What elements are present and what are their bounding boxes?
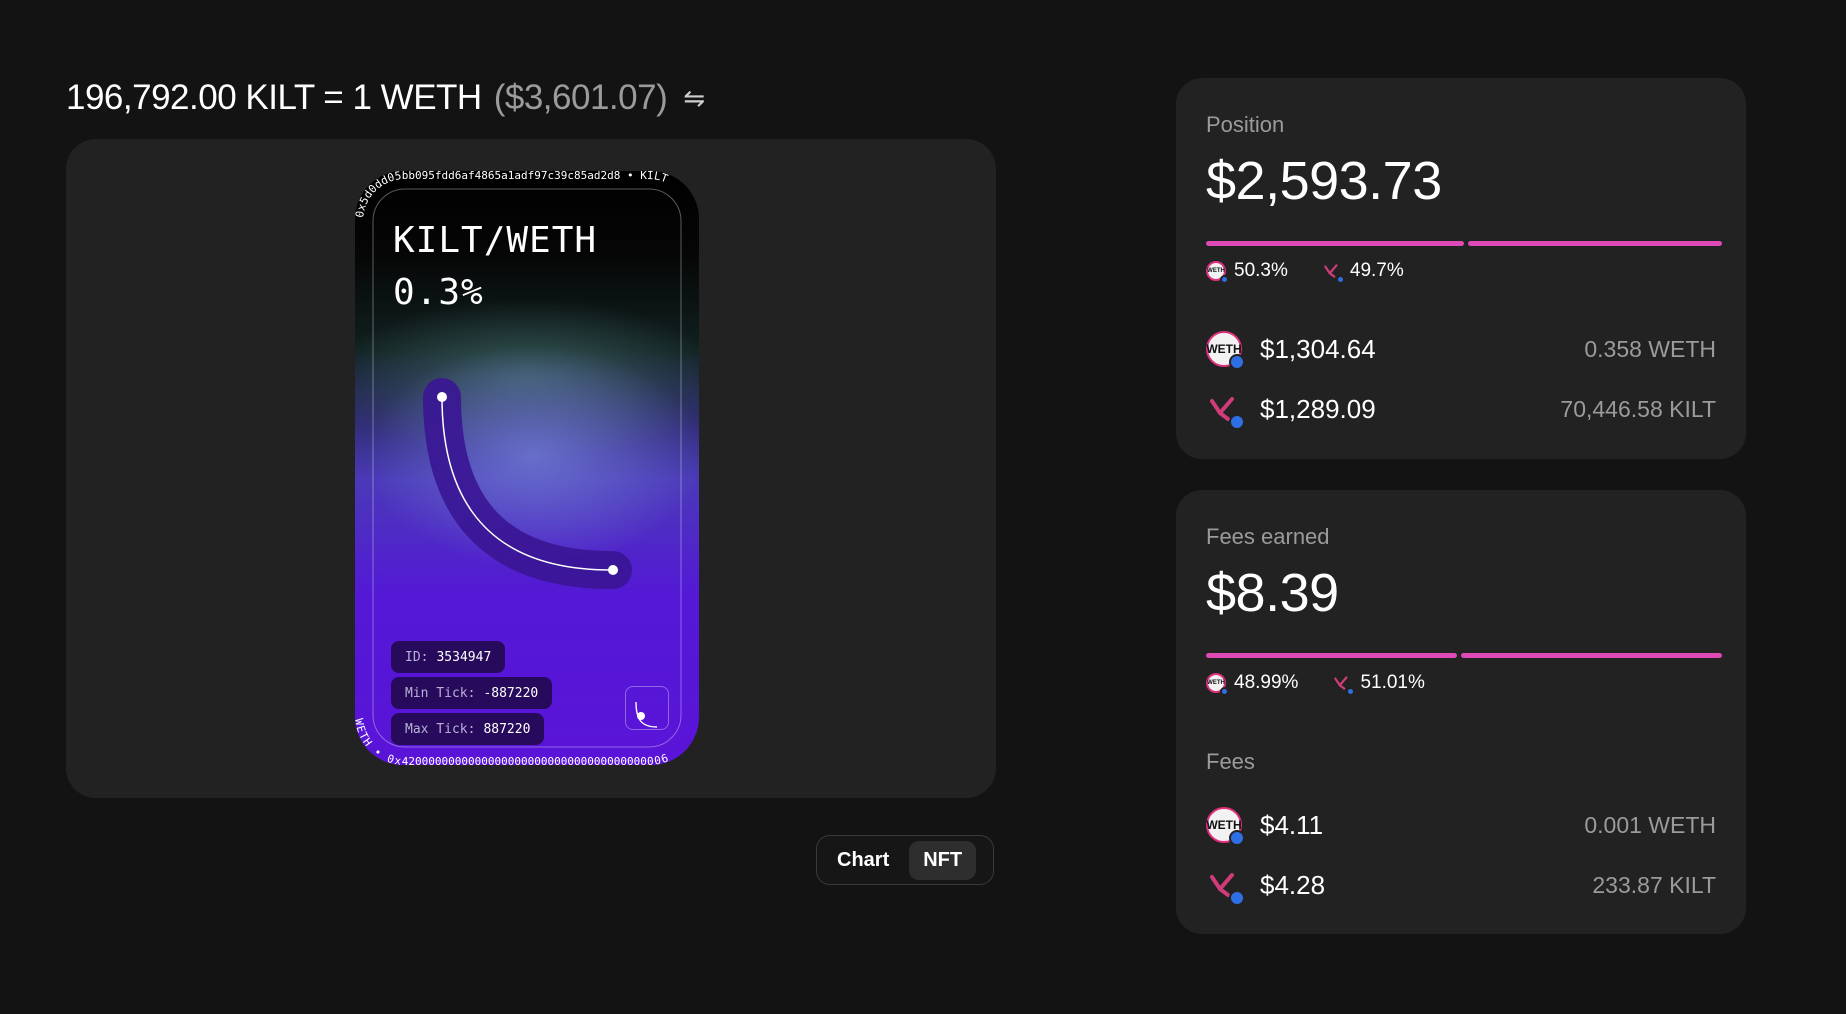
position-kilt-share: 49.7%: [1349, 260, 1404, 281]
exchange-rate-usd: ($3,601.07): [493, 78, 668, 117]
toggle-nft-option[interactable]: NFT: [909, 840, 977, 880]
position-kilt-row: $1,289.09 70,446.58 KILT: [1206, 391, 1716, 430]
fees-share-row: WETH 48.99% 51.01%: [1206, 672, 1425, 696]
kilt-token-icon: [1332, 673, 1356, 696]
nft-max-tick-label: Max Tick:: [405, 721, 476, 737]
base-chain-badge-icon: [1220, 687, 1229, 696]
kilt-token-icon: [1322, 261, 1345, 284]
fees-kilt-share: 51.01%: [1360, 672, 1425, 693]
base-chain-badge-icon: [1229, 890, 1245, 906]
fees-label: Fees: [1206, 749, 1255, 774]
kilt-token-icon: [1206, 867, 1245, 906]
nft-id-value: 3534947: [436, 649, 492, 665]
position-label: Position: [1206, 112, 1285, 137]
fees-kilt-usd: $4.28: [1260, 869, 1326, 900]
position-kilt-amount: 70,446.58 KILT: [1560, 395, 1716, 422]
swap-arrows-icon[interactable]: ⇋: [683, 83, 705, 114]
exchange-rate: 196,792.00 KILT = 1 WETH: [66, 78, 482, 117]
weth-token-icon: WETH: [1206, 331, 1245, 370]
position-weth-usd: $1,304.64: [1260, 333, 1376, 364]
fees-weth-usd: $4.11: [1260, 809, 1324, 840]
nft-panel: 0x5d0dd05bb095fdd6af4865a1adf97c39c85ad2…: [66, 139, 996, 798]
weth-token-icon: WETH: [1206, 673, 1229, 696]
weth-token-icon: WETH: [1206, 807, 1245, 846]
fees-kilt-row: $4.28 233.87 KILT: [1206, 867, 1716, 906]
nft-curve-end-dot: [608, 565, 618, 575]
position-share-row: WETH 50.3% 49.7%: [1206, 260, 1404, 284]
fees-earned-value: $8.39: [1206, 563, 1339, 623]
nft-curve-band: [423, 378, 632, 590]
weth-token-icon: WETH: [1206, 261, 1229, 284]
fees-earned-card: Fees earned $8.39 WETH 48.99% 51.01% Fee…: [1176, 490, 1746, 934]
position-weth-amount: 0.358 WETH: [1584, 335, 1716, 362]
nft-curve-start-dot: [437, 392, 447, 402]
base-chain-badge-icon: [1346, 687, 1356, 696]
fees-weth-amount: 0.001 WETH: [1584, 811, 1716, 838]
nft-id-tag: ID: 3534947: [391, 641, 506, 673]
nft-pair-text: KILT/WETH 0.3%: [393, 215, 597, 319]
position-kilt-usd: $1,289.09: [1260, 393, 1376, 424]
nft-top-ring-text: 0x5d0dd05bb095fdd6af4865a1adf97c39c85ad2…: [355, 171, 670, 218]
position-weth-share: 50.3%: [1234, 260, 1288, 281]
nft-min-tick-label: Min Tick:: [405, 685, 476, 701]
price-header: 196,792.00 KILT = 1 WETH ($3,601.07) ⇋: [66, 78, 705, 118]
position-nft-card: 0x5d0dd05bb095fdd6af4865a1adf97c39c85ad2…: [355, 171, 699, 765]
fees-kilt-share-bar: [1461, 653, 1722, 658]
base-chain-badge-icon: [1229, 830, 1245, 846]
position-card: Position $2,593.73 WETH 50.3% 49.7% WETH…: [1176, 78, 1746, 459]
nft-max-tick-tag: Max Tick: 887220: [391, 713, 545, 745]
base-chain-badge-icon: [1229, 354, 1245, 370]
nft-mini-chart-box: [625, 686, 669, 730]
nft-pair-name: KILT/WETH: [393, 220, 598, 261]
position-weth-row: WETH $1,304.64 0.358 WETH: [1206, 331, 1716, 370]
toggle-chart-option[interactable]: Chart: [823, 841, 903, 880]
fees-kilt-amount: 233.87 KILT: [1592, 871, 1716, 898]
nft-fee-tier: 0.3%: [393, 272, 484, 313]
fees-earned-label: Fees earned: [1206, 524, 1330, 549]
base-chain-badge-icon: [1229, 414, 1245, 430]
fees-weth-share: 48.99%: [1234, 672, 1299, 693]
fees-weth-share-bar: [1206, 653, 1457, 658]
nft-min-tick-value: -887220: [483, 685, 539, 701]
base-chain-badge-icon: [1220, 275, 1229, 284]
nft-max-tick-value: 887220: [483, 721, 531, 737]
nft-id-label: ID:: [405, 649, 429, 665]
view-toggle: Chart NFT: [816, 835, 994, 885]
nft-min-tick-tag: Min Tick: -887220: [391, 677, 553, 709]
position-weth-share-bar: [1206, 241, 1464, 246]
fees-weth-row: WETH $4.11 0.001 WETH: [1206, 807, 1716, 846]
position-kilt-share-bar: [1468, 241, 1722, 246]
position-value: $2,593.73: [1206, 151, 1442, 211]
base-chain-badge-icon: [1335, 275, 1345, 284]
kilt-token-icon: [1206, 391, 1245, 430]
